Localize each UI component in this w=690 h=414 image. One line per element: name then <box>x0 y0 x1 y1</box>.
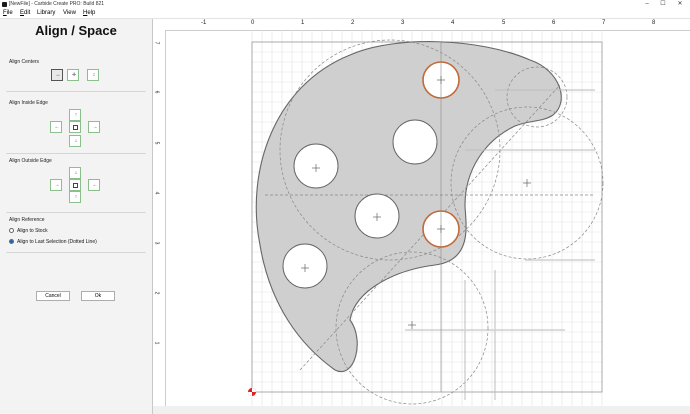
horizontal-scrollbar[interactable] <box>153 406 690 414</box>
arrow-down-icon: ↓ <box>74 138 78 144</box>
ruler-label: 3 <box>153 241 160 245</box>
separator <box>6 252 146 253</box>
arrows-vertical-icon: ↕ <box>92 72 96 78</box>
separator <box>6 212 146 213</box>
align-outside-bottom-button[interactable]: ↑ <box>69 191 81 203</box>
ruler-label: 4 <box>451 20 455 26</box>
cancel-button[interactable]: Cancel <box>36 291 70 301</box>
align-outside-label: Align Outside Edge <box>9 158 52 164</box>
ruler-label: 7 <box>602 20 606 26</box>
app-icon <box>2 2 7 7</box>
title-bar: [NewFile] - Carbide Create PRO: Build 82… <box>0 0 690 9</box>
minimize-icon[interactable]: – <box>641 0 653 9</box>
radio-stock-label: Align to Stock <box>17 228 48 234</box>
menu-file[interactable]: File <box>3 10 13 16</box>
menu-edit[interactable]: Edit <box>20 10 30 16</box>
align-outside-left-button[interactable]: → <box>50 179 62 191</box>
arrow-left-icon: ← <box>54 124 60 130</box>
radio-align-to-stock[interactable]: Align to Stock <box>9 228 48 234</box>
radio-button-selected[interactable] <box>9 239 14 245</box>
arrows-cross-icon: ✛ <box>71 72 77 78</box>
maximize-icon[interactable]: ☐ <box>657 0 669 9</box>
box-icon <box>73 125 78 130</box>
arrow-down-icon: ↓ <box>74 170 78 176</box>
arrow-left-icon: ← <box>92 182 98 188</box>
ruler-label: 2 <box>351 20 355 26</box>
menu-view[interactable]: View <box>63 10 76 16</box>
ruler-label: 0 <box>251 20 255 26</box>
ruler-label: 4 <box>153 191 160 195</box>
align-inside-left-button[interactable]: ← <box>50 121 62 133</box>
separator <box>6 153 146 154</box>
align-center-vertical-button[interactable]: ↕ <box>87 69 99 81</box>
ruler-label: 6 <box>153 90 160 94</box>
ruler-label: 3 <box>401 20 405 26</box>
arrows-horizontal-icon: ↔ <box>55 72 61 78</box>
align-inside-right-button[interactable]: → <box>88 121 100 133</box>
box-icon <box>73 183 78 188</box>
separator <box>6 91 146 92</box>
window-title: [NewFile] - Carbide Create PRO: Build 82… <box>9 1 105 7</box>
ruler-label: 5 <box>502 20 506 26</box>
ruler-label: 2 <box>153 291 160 295</box>
align-center-both-button[interactable]: ✛ <box>67 69 79 81</box>
ruler-label: 8 <box>652 20 656 26</box>
radio-last-label: Align to Last Selection (Dotted Line) <box>17 239 97 245</box>
align-space-panel: Align / Space Align Centers ↔ ✛ ↕ Align … <box>0 19 153 414</box>
ruler-label: 7 <box>153 41 160 45</box>
align-outside-center-button[interactable] <box>69 179 81 191</box>
align-reference-label: Align Reference <box>9 217 45 223</box>
menu-library[interactable]: Library <box>37 10 55 16</box>
align-outside-right-button[interactable]: ← <box>88 179 100 191</box>
arrow-up-icon: ↑ <box>74 112 78 118</box>
arrow-right-icon: → <box>54 182 60 188</box>
align-inside-bottom-button[interactable]: ↓ <box>69 135 81 147</box>
ruler-label: 5 <box>153 141 160 145</box>
panel-title: Align / Space <box>35 23 117 38</box>
ruler-label: 1 <box>153 341 160 345</box>
ruler-label: 6 <box>552 20 556 26</box>
hole-4[interactable] <box>392 119 438 165</box>
menu-bar: File Edit Library View Help <box>0 9 690 19</box>
ok-button[interactable]: Ok <box>81 291 115 301</box>
ruler-label: -1 <box>201 20 207 26</box>
radio-button[interactable] <box>9 228 14 234</box>
ruler-label: 1 <box>301 20 305 26</box>
align-center-horizontal-button[interactable]: ↔ <box>51 69 63 81</box>
radio-align-to-last-selection[interactable]: Align to Last Selection (Dotted Line) <box>9 239 97 245</box>
close-icon[interactable]: ✕ <box>674 0 686 9</box>
arrow-right-icon: → <box>92 124 98 130</box>
align-inside-label: Align Inside Edge <box>9 100 48 106</box>
align-inside-center-button[interactable] <box>69 121 81 133</box>
arrow-up-icon: ↑ <box>74 194 78 200</box>
align-centers-label: Align Centers <box>9 59 40 65</box>
align-inside-top-button[interactable]: ↑ <box>69 109 81 121</box>
align-outside-top-button[interactable]: ↓ <box>69 167 81 179</box>
drawing-area[interactable] <box>165 30 690 406</box>
origin-icon <box>248 388 256 396</box>
menu-help[interactable]: Help <box>83 10 95 16</box>
